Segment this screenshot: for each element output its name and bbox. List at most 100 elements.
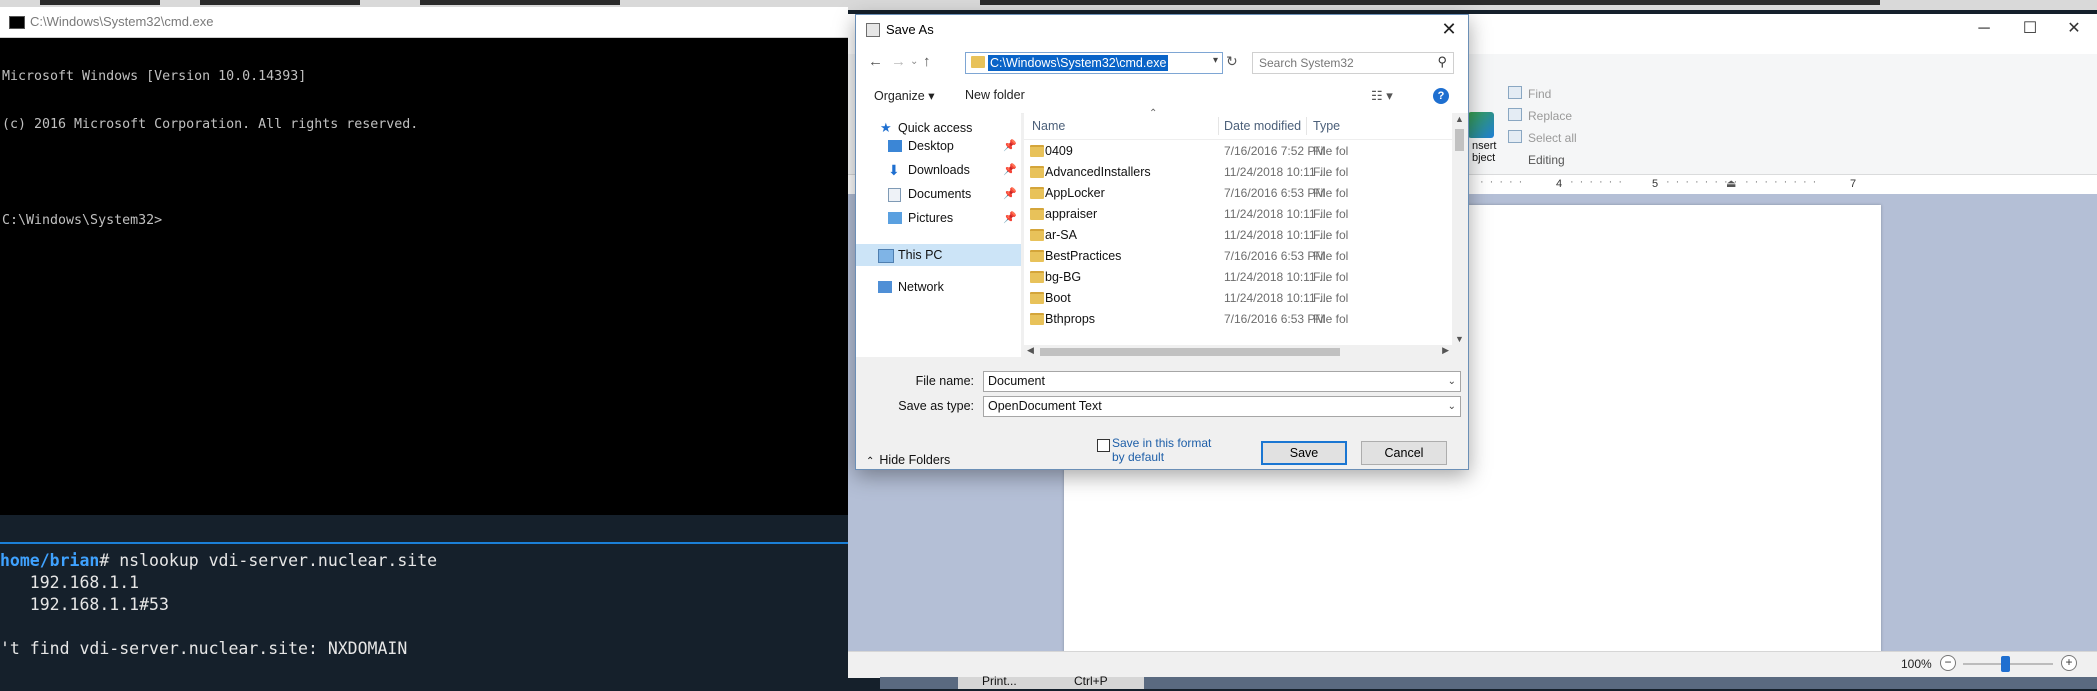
organize-button[interactable]: Organize ▾ — [874, 88, 934, 103]
select-all-button[interactable]: Select all — [1508, 130, 1577, 145]
chevron-down-icon[interactable]: ⌄ — [1448, 397, 1456, 416]
list-item[interactable]: ar-SA 11/24/2018 10:11 ... File fol — [1024, 225, 1452, 246]
change-view-icon[interactable]: ☷ ▾ — [1371, 88, 1393, 104]
pin-icon[interactable]: 📌 — [1003, 135, 1017, 157]
nav-label: Network — [898, 280, 944, 294]
folder-icon — [1030, 292, 1044, 304]
zoom-out-button[interactable]: − — [1940, 655, 1956, 671]
cmd-window[interactable]: C:\Windows\System32\cmd.exe Microsoft Wi… — [0, 7, 848, 515]
terminal-window[interactable]: home/brian# nslookup vdi-server.nuclear.… — [0, 542, 848, 691]
pin-icon[interactable]: 📌 — [1003, 207, 1017, 229]
save-default-label[interactable]: Save in this format by default — [1112, 436, 1222, 464]
column-name[interactable]: Name — [1032, 119, 1065, 133]
back-arrow-icon[interactable]: ← — [868, 53, 883, 70]
ruler-mark: 4 — [1556, 178, 1563, 190]
dialog-toolbar: Organize ▾ New folder ☷ ▾ ? — [856, 79, 1468, 114]
list-item[interactable]: AdvancedInstallers 11/24/2018 10:11 ... Fi… — [1024, 162, 1452, 183]
nav-desktop[interactable]: Desktop 📌 — [856, 135, 1021, 157]
select-all-icon — [1508, 130, 1522, 143]
ruler[interactable]: 3 ····· 4 ······ 5 ········ ⏏ ········ 7 — [1460, 176, 2097, 195]
list-item[interactable]: Bthprops 7/16/2016 6:53 PM File fol — [1024, 309, 1452, 330]
search-input[interactable]: Search System32 ⚲ — [1252, 52, 1454, 74]
replace-button[interactable]: Replace — [1508, 108, 1572, 123]
nav-downloads[interactable]: ⬇ Downloads 📌 — [856, 159, 1021, 181]
documents-icon — [888, 188, 901, 202]
file-name-field[interactable]: Document ⌄ — [983, 371, 1461, 392]
zoom-percent: 100% — [1901, 657, 1932, 671]
insert-object-label-1: nsert — [1472, 140, 1497, 152]
column-type[interactable]: Type — [1313, 119, 1340, 133]
nav-label: Pictures — [908, 211, 954, 225]
address-field[interactable]: C:\Windows\System32\cmd.exe ▾ — [965, 52, 1223, 74]
cmd-output[interactable]: Microsoft Windows [Version 10.0.14393] (… — [2, 37, 842, 507]
file-type: File fol — [1313, 165, 1349, 179]
hide-folders-button[interactable]: ⌃ Hide Folders — [866, 453, 950, 467]
chevron-down-icon[interactable]: ⌄ — [1448, 372, 1456, 391]
save-type-select[interactable]: OpenDocument Text ⌄ — [983, 396, 1461, 417]
cancel-button[interactable]: Cancel — [1361, 441, 1447, 465]
scrollbar-thumb[interactable] — [1040, 348, 1340, 356]
scroll-right-icon[interactable]: ▶ — [1442, 345, 1449, 356]
minimize-button[interactable]: ─ — [1961, 14, 2007, 46]
scrollbar-thumb[interactable] — [1455, 129, 1464, 151]
file-date: 7/16/2016 6:53 PM — [1224, 312, 1326, 326]
list-item[interactable]: appraiser 11/24/2018 10:11 ... File fol — [1024, 204, 1452, 225]
save-button[interactable]: Save — [1261, 441, 1347, 465]
dialog-close-button[interactable]: ✕ — [1430, 15, 1468, 45]
terminal-gap — [0, 515, 848, 542]
nav-pictures[interactable]: Pictures 📌 — [856, 207, 1021, 229]
insert-object-icon — [1468, 112, 1494, 138]
folder-icon — [971, 56, 985, 68]
save-default-checkbox[interactable] — [1097, 439, 1110, 452]
list-item[interactable]: 0409 7/16/2016 7:52 PM File fol — [1024, 141, 1452, 162]
file-name-label: File name: — [915, 374, 974, 388]
list-item[interactable]: bg-BG 11/24/2018 10:11 ... File fol — [1024, 267, 1452, 288]
save-as-icon — [866, 23, 880, 37]
save-as-dialog[interactable]: Save As ✕ ← → ⌄ ↑ C:\Windows\System32\cm… — [855, 14, 1469, 470]
nav-documents[interactable]: Documents 📌 — [856, 183, 1021, 205]
help-icon[interactable]: ? — [1433, 88, 1449, 104]
pin-icon[interactable]: 📌 — [1003, 183, 1017, 205]
status-bar: 100% − + — [848, 651, 2097, 678]
close-button[interactable]: ✕ — [2051, 14, 2097, 46]
list-item[interactable]: Boot 11/24/2018 10:11 ... File fol — [1024, 288, 1452, 309]
scroll-up-icon[interactable]: ▲ — [1455, 114, 1464, 124]
scroll-down-icon[interactable]: ▼ — [1455, 334, 1464, 344]
editing-group-label: Editing — [1528, 153, 1565, 167]
scroll-left-icon[interactable]: ◀ — [1027, 345, 1034, 356]
recent-locations-icon[interactable]: ⌄ — [910, 56, 918, 67]
column-date-modified[interactable]: Date modified — [1224, 119, 1301, 133]
nav-network[interactable]: Network — [856, 276, 1021, 298]
dialog-titlebar[interactable]: Save As ✕ — [856, 15, 1468, 45]
file-name: AppLocker — [1045, 186, 1105, 200]
nav-this-pc[interactable]: This PC — [856, 244, 1021, 266]
zoom-in-button[interactable]: + — [2061, 655, 2077, 671]
chevron-up-icon: ⌃ — [866, 456, 875, 467]
zoom-slider-thumb[interactable] — [2001, 656, 2010, 672]
file-name: bg-BG — [1045, 270, 1082, 284]
cmd-line: (c) 2016 Microsoft Corporation. All righ… — [2, 117, 419, 132]
file-list[interactable]: Name ⌃ Date modified Type 0409 7/16/2016 … — [1024, 108, 1452, 345]
file-name: BestPractices — [1045, 249, 1122, 263]
list-item[interactable]: AppLocker 7/16/2016 6:53 PM File fol — [1024, 183, 1452, 204]
file-type: File fol — [1313, 270, 1349, 284]
maximize-button[interactable]: ☐ — [2007, 14, 2053, 46]
refresh-icon[interactable]: ↻ — [1226, 53, 1238, 70]
console-icon — [9, 16, 25, 29]
vertical-scrollbar[interactable]: ▲ ▼ — [1452, 113, 1467, 345]
horizontal-scrollbar[interactable]: ◀ ▶ — [1024, 345, 1452, 359]
pin-icon[interactable]: 📌 — [1003, 159, 1017, 181]
file-name: ar-SA — [1045, 228, 1077, 242]
background-menu-fragment: Print... Ctrl+P — [958, 675, 1144, 689]
folder-icon — [1030, 271, 1044, 283]
list-item[interactable]: BestPractices 7/16/2016 6:53 PM File fol — [1024, 246, 1452, 267]
cmd-titlebar[interactable]: C:\Windows\System32\cmd.exe — [0, 7, 848, 38]
up-arrow-icon[interactable]: ↑ — [923, 53, 931, 70]
find-button[interactable]: Find — [1508, 86, 1551, 101]
chevron-down-icon[interactable]: ▾ — [1213, 55, 1218, 66]
indent-marker-icon[interactable]: ⏏ — [1726, 177, 1736, 190]
cmd-line: Microsoft Windows [Version 10.0.14393] — [2, 69, 307, 84]
forward-arrow-icon[interactable]: → — [891, 53, 906, 70]
new-folder-button[interactable]: New folder — [965, 88, 1025, 102]
pictures-icon — [888, 212, 902, 224]
